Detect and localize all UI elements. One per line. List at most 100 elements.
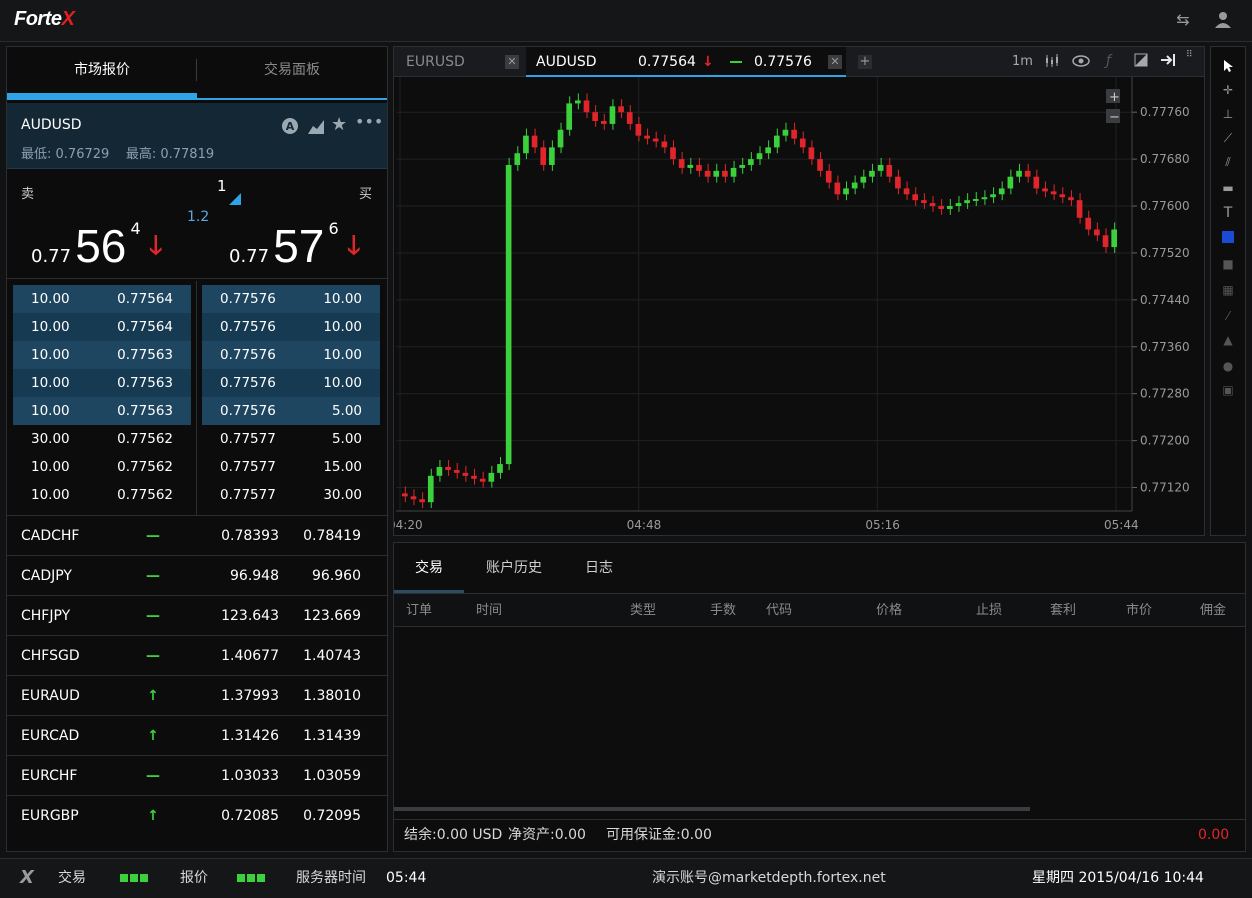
depth-ask-row[interactable]: 0.77576 10.00	[202, 285, 380, 313]
candlestick-chart[interactable]: 0.77760 0.77680 0.77600 0.77520 0.77440 0.773…	[394, 77, 1204, 535]
circle-tool-icon[interactable]: ●	[1211, 359, 1245, 373]
close-tab-audusd-icon[interactable]: ✕	[828, 55, 842, 69]
crosshair-tool-icon[interactable]: ✛	[1211, 83, 1245, 97]
function-icon[interactable]: ƒ	[1106, 53, 1111, 69]
chart-tab-audusd[interactable]: AUDUSD 0.77564 ↓ 0.77576 ✕	[526, 47, 846, 77]
camera-tool-icon[interactable]: ▣	[1211, 383, 1245, 397]
col-market-price[interactable]: 市价	[1126, 594, 1152, 628]
depth-bid-row[interactable]: 10.00 0.77563	[13, 341, 191, 369]
horizontal-scrollbar[interactable]	[394, 807, 1030, 811]
chart-tab-eurusd[interactable]: EURUSD	[406, 47, 465, 77]
x-tick-label: 04:48	[627, 518, 662, 532]
datetime: 星期四 2015/04/16 10:44	[1032, 870, 1204, 886]
candle-body	[670, 147, 676, 160]
symbol-header[interactable]: AUDUSD 最低: 0.76729 最高: 0.77819 A ★ •••	[7, 103, 387, 169]
symbol-row[interactable]: EURCHF — 1.03033 1.03059	[7, 755, 387, 795]
depth-bid-row[interactable]: 10.00 0.77564	[13, 313, 191, 341]
candle-type-icon[interactable]	[1044, 53, 1060, 73]
auto-trade-icon[interactable]: A	[281, 117, 299, 139]
symbol-row[interactable]: EURCAD ↑ 1.31426 1.31439	[7, 715, 387, 755]
eye-icon[interactable]	[1072, 53, 1090, 73]
candle-body	[557, 129, 564, 148]
symbol-row[interactable]: CHFSGD — 1.40677 1.40743	[7, 635, 387, 675]
chart-panel: EURUSD ✕ AUDUSD 0.77564 ↓ 0.77576 ✕ + 1m…	[393, 46, 1205, 536]
close-tab-eurusd-icon[interactable]: ✕	[505, 55, 519, 69]
color-picker-icon[interactable]	[1211, 231, 1245, 246]
favorite-star-icon[interactable]: ★	[331, 114, 347, 135]
symbol-row[interactable]: EURGBP ↑ 0.72085 0.72095	[7, 795, 387, 835]
symbol-name: EURCAD	[21, 728, 80, 744]
candle-body	[600, 120, 607, 124]
col-stop-loss[interactable]: 止损	[976, 594, 1002, 628]
depth-ask-row[interactable]: 0.77576 10.00	[202, 341, 380, 369]
alert-tool-icon[interactable]: ▲	[1211, 333, 1245, 347]
depth-ask-row[interactable]: 0.77576 10.00	[202, 313, 380, 341]
depth-ask-row[interactable]: 0.77577 30.00	[202, 481, 380, 509]
x-tick-label: 05:44	[1104, 518, 1139, 532]
tab-trades[interactable]: 交易	[394, 543, 464, 593]
trendline-tool-icon[interactable]: ⟋	[1211, 131, 1245, 146]
col-price[interactable]: 价格	[876, 594, 902, 628]
col-commission[interactable]: 佣金	[1200, 594, 1226, 628]
depth-bid-row[interactable]: 10.00 0.77564	[13, 285, 191, 313]
depth-ask-row[interactable]: 0.77576 5.00	[202, 397, 380, 425]
symbol-list: CADCHF — 0.78393 0.78419 CADJPY — 96.948 96.960…	[7, 515, 387, 835]
depth-bid-row[interactable]: 10.00 0.77562	[13, 481, 191, 509]
user-icon[interactable]	[1212, 10, 1234, 30]
tab-market-quotes[interactable]: 市场报价	[7, 47, 197, 95]
detach-icon[interactable]	[1160, 53, 1176, 71]
bid-size: 10.00	[31, 375, 70, 391]
fill-tool-icon[interactable]: ■	[1211, 257, 1245, 271]
grid-tool-icon[interactable]: ▦	[1211, 283, 1245, 297]
magic-tool-icon[interactable]: ⁄	[1211, 309, 1245, 323]
chart-tab-ask: 0.77576	[754, 54, 812, 70]
area-chart-icon[interactable]	[307, 117, 325, 139]
col-type[interactable]: 类型	[630, 594, 656, 628]
channel-tool-icon[interactable]: ⫽	[1211, 155, 1245, 170]
text-tool-icon[interactable]: T	[1211, 205, 1245, 221]
swap-icon[interactable]: ⇆	[1172, 10, 1194, 30]
symbol-row[interactable]: CADJPY — 96.948 96.960	[7, 555, 387, 595]
measure-tool-icon[interactable]: ⊥	[1211, 107, 1245, 121]
depth-ask-row[interactable]: 0.77577 15.00	[202, 453, 380, 481]
depth-ask-row[interactable]: 0.77576 10.00	[202, 369, 380, 397]
candle-body	[1059, 194, 1066, 198]
server-time: 05:44	[386, 870, 427, 886]
col-lots[interactable]: 手数	[710, 594, 736, 628]
cursor-tool-icon[interactable]	[1211, 59, 1245, 76]
bid-price: 0.77562	[117, 459, 173, 475]
symbol-row[interactable]: CHFJPY — 123.643 123.669	[7, 595, 387, 635]
candle-body	[1085, 217, 1092, 230]
depth-ask-row[interactable]: 0.77577 5.00	[202, 425, 380, 453]
col-take-profit[interactable]: 套利	[1050, 594, 1076, 628]
more-options-icon[interactable]: •••	[355, 112, 383, 131]
fullscreen-icon[interactable]	[1134, 53, 1148, 71]
candle-body	[860, 176, 867, 183]
col-symbol[interactable]: 代码	[766, 594, 792, 628]
tab-log[interactable]: 日志	[574, 543, 624, 593]
col-time[interactable]: 时间	[476, 594, 502, 628]
rectangle-tool-icon[interactable]: ▬	[1211, 181, 1245, 195]
lot-size[interactable]: 1	[217, 177, 227, 195]
depth-bid-row[interactable]: 10.00 0.77563	[13, 397, 191, 425]
sell-price-button[interactable]: 0.77 56 4	[31, 219, 141, 273]
lot-dropdown-icon[interactable]	[229, 193, 241, 205]
symbol-row[interactable]: EURAUD ↑ 1.37993 1.38010	[7, 675, 387, 715]
symbol-name: CHFSGD	[21, 648, 80, 664]
depth-bid-row[interactable]: 30.00 0.77562	[13, 425, 191, 453]
timeframe-selector[interactable]: 1m	[1012, 54, 1033, 69]
col-order[interactable]: 订单	[406, 594, 432, 628]
depth-bid-row[interactable]: 10.00 0.77562	[13, 453, 191, 481]
candle-body	[704, 170, 711, 177]
tab-trade-panel[interactable]: 交易面板	[197, 47, 387, 95]
depth-bid-row[interactable]: 10.00 0.77563	[13, 369, 191, 397]
candle-body	[696, 164, 702, 171]
add-chart-icon[interactable]: +	[858, 55, 872, 69]
y-tick-label: 0.77760	[1140, 105, 1190, 119]
buy-price-button[interactable]: 0.77 57 6	[229, 219, 339, 273]
drag-handle-icon[interactable]: ⠿	[1186, 50, 1194, 60]
bid-price: 0.77564	[117, 319, 173, 335]
market-depth: 10.00 0.77564 10.00 0.77564 10.00 0.77563 10.0…	[7, 281, 387, 515]
tab-account-history[interactable]: 账户历史	[474, 543, 554, 593]
symbol-row[interactable]: CADCHF — 0.78393 0.78419	[7, 515, 387, 555]
